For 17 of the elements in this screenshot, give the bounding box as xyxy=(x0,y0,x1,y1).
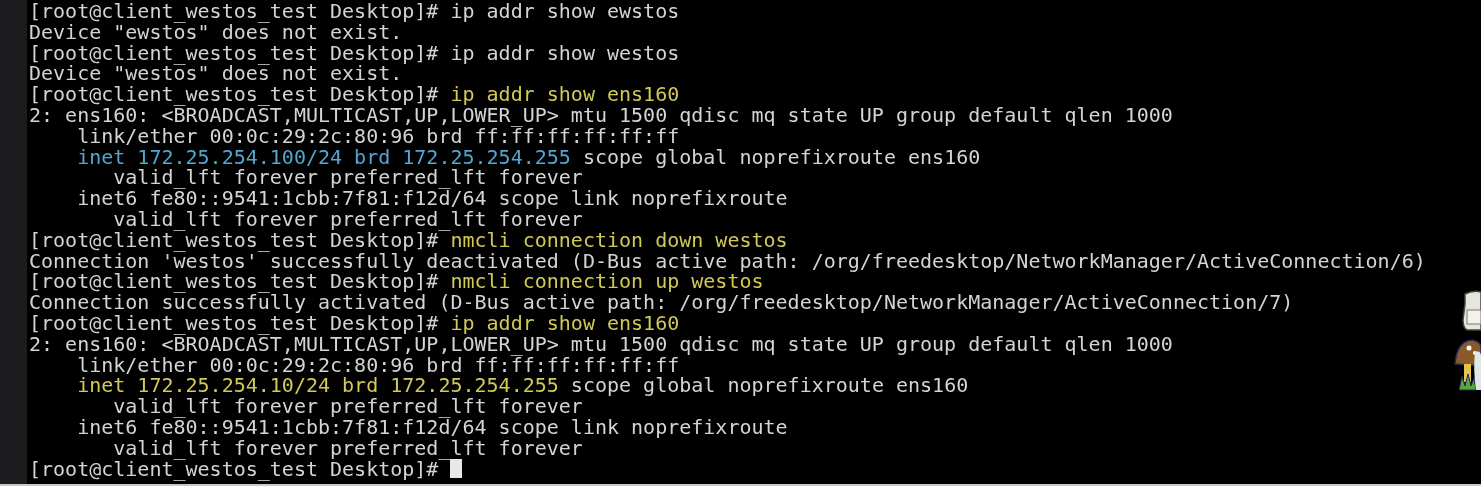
terminal-line: link/ether 00:0c:29:2c:80:96 brd ff:ff:ff:ff:ff:ff xyxy=(76,125,680,147)
terminal-line: [root@client_westos_test Desktop]# ip addr show westos xyxy=(29,42,680,64)
terminal-line: valid_lft forever preferred_lft forever xyxy=(112,396,583,417)
terminal-line: [root@client_westos_test Desktop]# nmcli connection up westos xyxy=(29,271,764,293)
terminal-line: inet 172.25.254.10/24 brd 172.25.254.255 scope global noprefixroute ens160 xyxy=(76,375,969,397)
terminal-line: link/ether 00:0c:29:2c:80:96 brd ff:ff:ff:ff:ff:ff xyxy=(76,354,680,376)
terminal-line: [root@client_westos_test Desktop]# ip addr show ens160 xyxy=(29,312,680,334)
terminal-line: [root@client_westos_test Desktop]# ip addr show ens160 xyxy=(29,84,680,105)
terminal-line: 2: ens160: <BROADCAST,MULTICAST,UP,LOWER_UP> mtu 1500 qdisc mq state UP group default qlen 1000 xyxy=(29,333,1173,355)
terminal-line: inet 172.25.254.100/24 brd 172.25.254.255 scope global noprefixroute ens160 xyxy=(76,146,981,168)
terminal-line: [root@client_westos_test Desktop]# ip addr show ewstos xyxy=(29,1,680,22)
terminal-line: valid_lft forever preferred_lft forever xyxy=(112,437,583,459)
terminal-line: Connection successfully activated (D-Bus active path: /org/freedesktop/NetworkManager/ActiveConnection/7) xyxy=(29,292,1294,313)
terminal-line: 2: ens160: <BROADCAST,MULTICAST,UP,LOWER_UP> mtu 1500 qdisc mq state UP group default qlen 1000 xyxy=(29,105,1173,126)
terminal-line: valid_lft forever preferred_lft forever xyxy=(112,167,583,189)
terminal-line: inet6 fe80::9541:1cbb:7f81:f12d/64 scope link noprefixroute xyxy=(76,188,788,209)
terminal-line: valid_lft forever preferred_lft forever xyxy=(112,208,583,230)
